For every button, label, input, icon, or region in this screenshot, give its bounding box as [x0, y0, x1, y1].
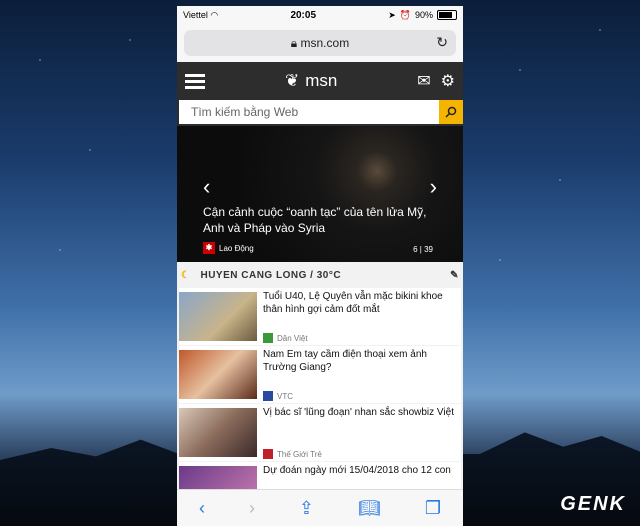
list-item[interactable]: Nam Em tay cầm điện thoại xem ảnh Trường… — [179, 346, 461, 403]
safari-toolbar: ‹ › ⇪ 📖︎ ❐ — [177, 489, 463, 526]
chevron-left-icon[interactable]: ‹ — [203, 174, 210, 200]
menu-icon[interactable] — [185, 71, 205, 92]
back-icon[interactable]: ‹ — [199, 498, 205, 519]
search-bar: Tìm kiếm bằng Web — [177, 100, 463, 126]
moon-icon: ☾ — [181, 269, 191, 281]
pencil-icon[interactable]: ✎ — [450, 270, 459, 281]
news-source: VTC — [263, 391, 457, 403]
watermark-logo: GENK — [560, 493, 626, 515]
bookmarks-icon[interactable]: 📖︎ — [358, 498, 381, 519]
search-icon — [445, 106, 457, 118]
hero-headline[interactable]: Cận cảnh cuộc “oanh tạc” của tên lửa Mỹ,… — [203, 204, 433, 236]
phone-screen: Viettel ◠ 20:05 ➤ ⏰ 90% 🔒︎ msn.com ↻ ❦ m… — [177, 6, 463, 526]
news-title: Vị bác sĩ 'lũng đoạn' nhan sắc showbiz V… — [263, 407, 454, 418]
battery-percent: 90% — [414, 10, 433, 20]
status-right: ➤ ⏰ 90% — [388, 10, 457, 21]
gear-icon[interactable]: ⚙ — [441, 71, 455, 91]
list-item[interactable]: Vị bác sĩ 'lũng đoạn' nhan sắc showbiz V… — [179, 404, 461, 461]
hero-source-label: Lao Động — [219, 243, 254, 253]
alarm-icon: ⏰ — [399, 9, 411, 20]
hero-counter: 6 | 39 — [413, 245, 433, 254]
chevron-right-icon[interactable]: › — [430, 174, 437, 200]
news-source: Thế Giới Trẻ — [263, 449, 457, 461]
msn-logo[interactable]: ❦ msn — [285, 71, 337, 91]
news-title: Tuổi U40, Lệ Quyên vẫn mặc bikini khoe t… — [263, 291, 443, 315]
source-logo-icon: ✱ — [203, 242, 215, 254]
hero-source: ✱ Lao Động — [203, 242, 254, 254]
news-source-label: VTC — [277, 391, 293, 401]
wifi-icon: ◠ — [210, 9, 219, 20]
source-icon — [263, 391, 273, 401]
battery-icon — [437, 10, 457, 20]
mail-icon[interactable]: ✉ — [417, 71, 430, 91]
logo-text: msn — [305, 71, 338, 90]
carrier-label: Viettel ◠ — [183, 9, 219, 20]
news-title: Dự đoán ngày mới 15/04/2018 cho 12 con — [263, 465, 451, 476]
url-text: msn.com — [300, 36, 350, 50]
news-thumbnail — [179, 292, 257, 341]
news-thumbnail — [179, 350, 257, 399]
news-source-label: Dân Việt — [277, 333, 308, 343]
hero-carousel[interactable]: ‹ › Cận cảnh cuộc “oanh tạc” của tên lửa… — [177, 126, 463, 262]
weather-label: HUYEN CANG LONG / 30°C — [200, 269, 342, 281]
source-icon — [263, 449, 273, 459]
search-button[interactable] — [439, 100, 463, 124]
header-actions: ✉ ⚙ — [417, 71, 455, 91]
lock-icon: 🔒︎ — [290, 35, 298, 50]
location-icon: ➤ — [388, 9, 396, 20]
clock: 20:05 — [290, 9, 317, 21]
news-source-label: Thế Giới Trẻ — [277, 449, 322, 459]
reload-icon[interactable]: ↻ — [436, 34, 448, 51]
forward-icon[interactable]: › — [249, 498, 255, 519]
search-input[interactable]: Tìm kiếm bằng Web — [179, 100, 439, 124]
butterfly-icon: ❦ — [284, 71, 300, 90]
source-icon — [263, 333, 273, 343]
weather-strip[interactable]: ☾ HUYEN CANG LONG / 30°C ✎ — [177, 262, 463, 288]
url-field[interactable]: 🔒︎ msn.com ↻ — [184, 30, 456, 56]
news-thumbnail — [179, 408, 257, 457]
msn-header: ❦ msn ✉ ⚙ — [177, 62, 463, 100]
tabs-icon[interactable]: ❐ — [425, 498, 441, 519]
share-icon[interactable]: ⇪ — [299, 498, 314, 519]
news-source: Dân Việt — [263, 333, 457, 345]
news-title: Nam Em tay cầm điện thoại xem ảnh Trường… — [263, 349, 427, 373]
safari-address-bar: 🔒︎ msn.com ↻ — [177, 24, 463, 62]
status-bar: Viettel ◠ 20:05 ➤ ⏰ 90% — [177, 6, 463, 24]
list-item[interactable]: Tuổi U40, Lệ Quyên vẫn mặc bikini khoe t… — [179, 288, 461, 345]
